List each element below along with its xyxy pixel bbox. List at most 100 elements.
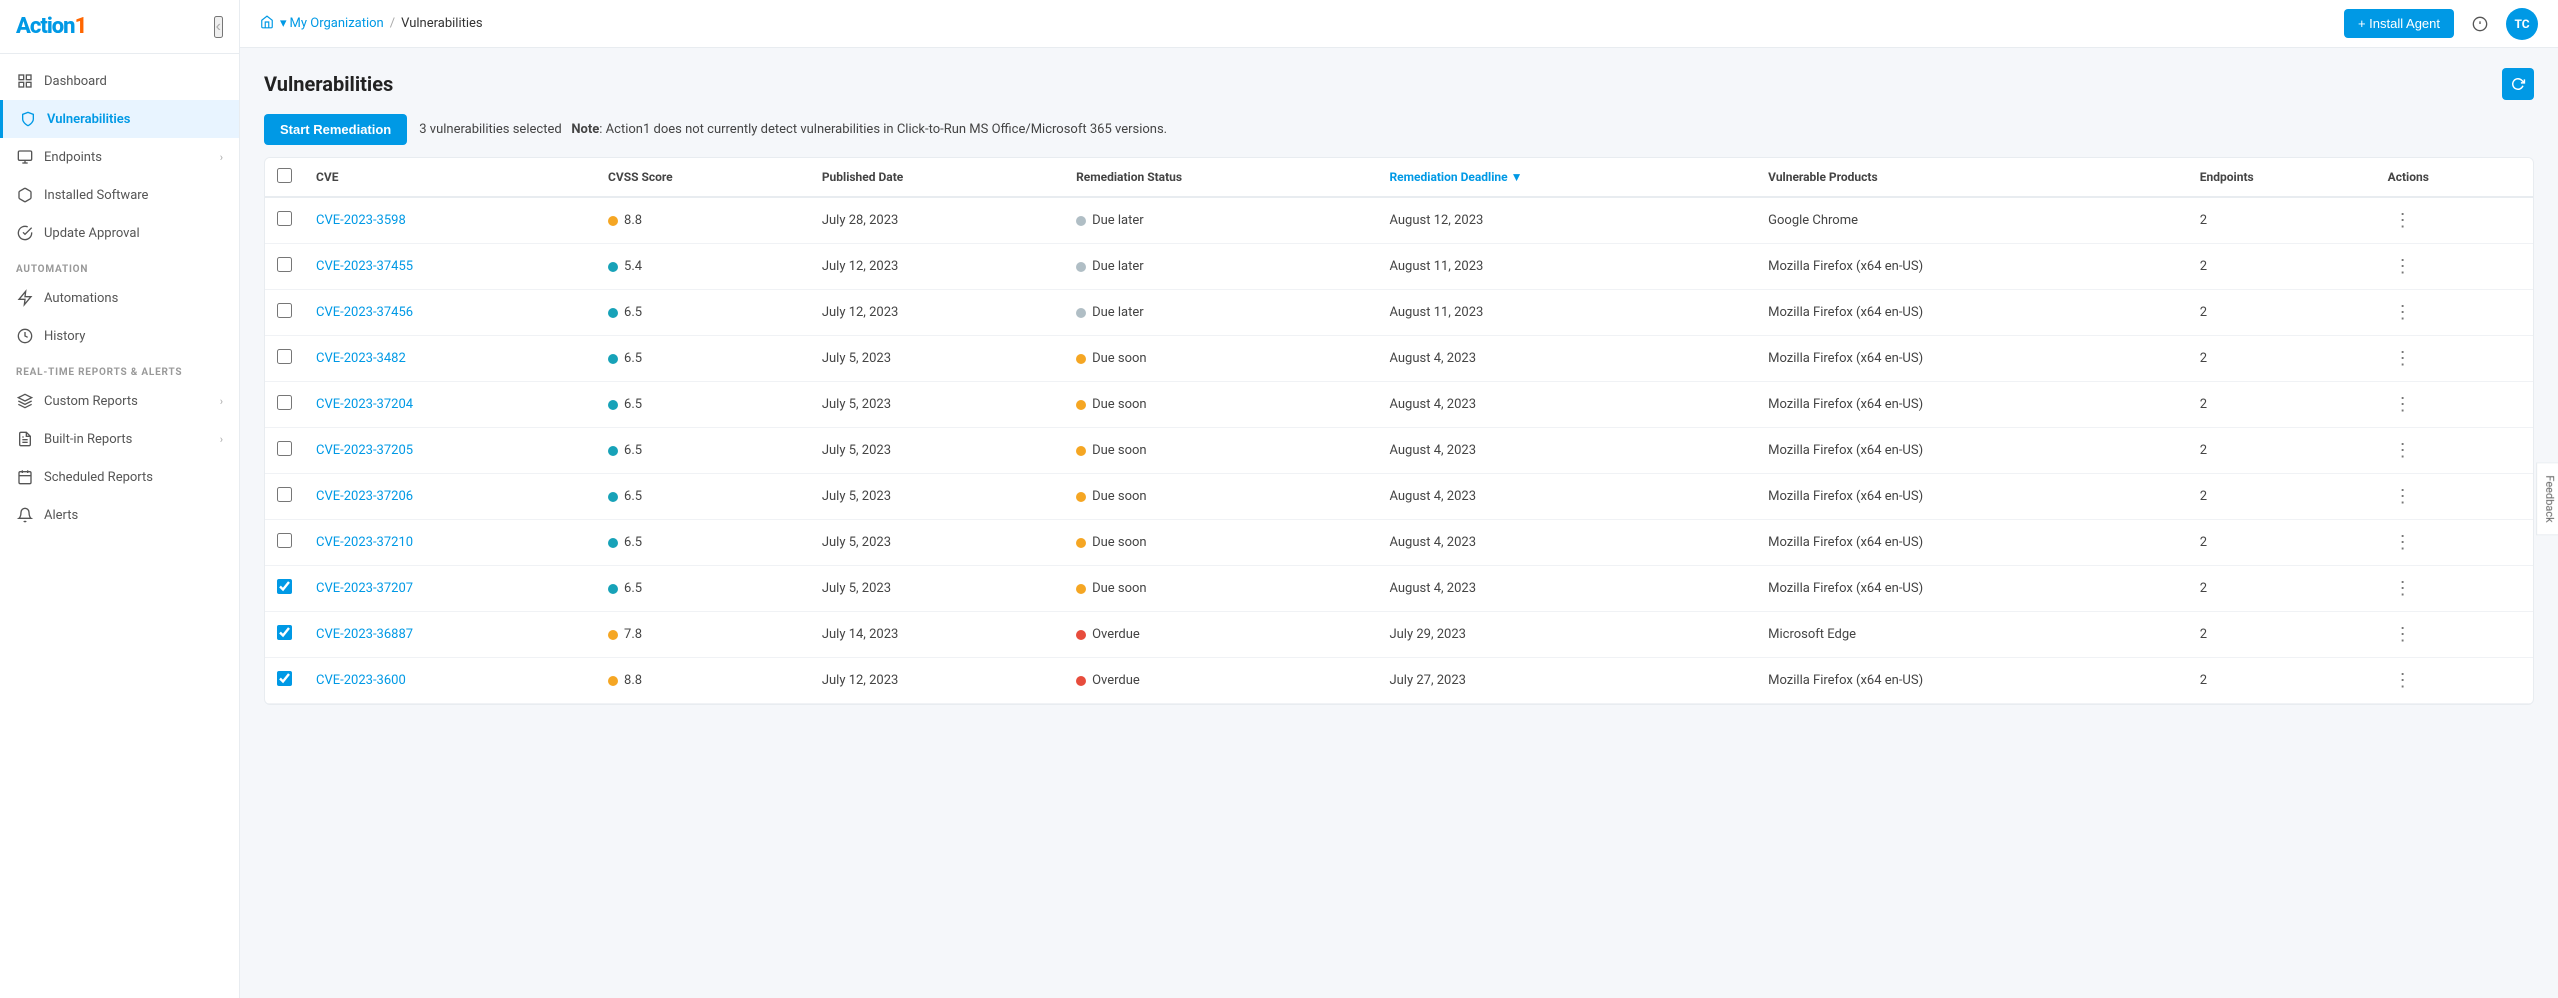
notifications-button[interactable] bbox=[2464, 8, 2496, 40]
published-cell: July 5, 2023 bbox=[810, 474, 1064, 520]
row-actions-button[interactable]: ⋮ bbox=[2388, 576, 2418, 601]
cve-cell: CVE-2023-3600 bbox=[304, 658, 596, 704]
row-checkbox[interactable] bbox=[277, 671, 292, 686]
feedback-tab[interactable]: Feedback bbox=[2536, 462, 2558, 535]
status-text: Due soon bbox=[1092, 489, 1147, 504]
actions-cell: ⋮ bbox=[2376, 244, 2533, 290]
cve-link[interactable]: CVE-2023-37456 bbox=[316, 305, 413, 320]
cve-link[interactable]: CVE-2023-37210 bbox=[316, 535, 413, 550]
cve-link[interactable]: CVE-2023-36887 bbox=[316, 627, 413, 642]
refresh-button[interactable] bbox=[2502, 68, 2534, 100]
sidebar-item-scheduled-reports[interactable]: Scheduled Reports bbox=[0, 458, 239, 496]
status-cell: Due later bbox=[1064, 290, 1377, 336]
cve-cell: CVE-2023-37204 bbox=[304, 382, 596, 428]
breadcrumb-separator: / bbox=[390, 16, 395, 31]
product-cell: Mozilla Firefox (x64 en-US) bbox=[1756, 382, 2188, 428]
status-cell: Due later bbox=[1064, 197, 1377, 244]
row-checkbox[interactable] bbox=[277, 441, 292, 456]
row-checkbox[interactable] bbox=[277, 395, 292, 410]
sidebar-item-builtin-reports[interactable]: Built-in Reports › bbox=[0, 420, 239, 458]
product-cell: Google Chrome bbox=[1756, 197, 2188, 244]
status-dot bbox=[1076, 262, 1086, 272]
product-cell: Mozilla Firefox (x64 en-US) bbox=[1756, 290, 2188, 336]
table-row: CVE-2023-37210 6.5 July 5, 2023 Due soon… bbox=[265, 520, 2533, 566]
row-actions-button[interactable]: ⋮ bbox=[2388, 530, 2418, 555]
status-cell: Due soon bbox=[1064, 428, 1377, 474]
table-row: CVE-2023-37206 6.5 July 5, 2023 Due soon… bbox=[265, 474, 2533, 520]
chevron-right-icon: › bbox=[220, 433, 223, 446]
cvss-cell: 8.8 bbox=[596, 658, 810, 704]
row-actions-button[interactable]: ⋮ bbox=[2388, 346, 2418, 371]
row-actions-button[interactable]: ⋮ bbox=[2388, 392, 2418, 417]
cve-link[interactable]: CVE-2023-37455 bbox=[316, 259, 413, 274]
row-actions-button[interactable]: ⋮ bbox=[2388, 668, 2418, 693]
cvss-cell: 5.4 bbox=[596, 244, 810, 290]
actions-cell: ⋮ bbox=[2376, 566, 2533, 612]
row-checkbox[interactable] bbox=[277, 211, 292, 226]
status-text: Overdue bbox=[1092, 673, 1140, 688]
row-actions-button[interactable]: ⋮ bbox=[2388, 300, 2418, 325]
table-row: CVE-2023-3598 8.8 July 28, 2023 Due late… bbox=[265, 197, 2533, 244]
layers-icon bbox=[16, 392, 34, 410]
row-checkbox[interactable] bbox=[277, 533, 292, 548]
published-cell: July 12, 2023 bbox=[810, 290, 1064, 336]
user-avatar[interactable]: TC bbox=[2506, 8, 2538, 40]
col-deadline[interactable]: Remediation Deadline ▼ bbox=[1377, 158, 1756, 197]
cvss-value: 8.8 bbox=[624, 213, 642, 228]
sidebar-item-automations[interactable]: Automations bbox=[0, 279, 239, 317]
deadline-cell: August 4, 2023 bbox=[1377, 566, 1756, 612]
product-cell: Mozilla Firefox (x64 en-US) bbox=[1756, 474, 2188, 520]
cve-link[interactable]: CVE-2023-3600 bbox=[316, 673, 406, 688]
cve-cell: CVE-2023-37205 bbox=[304, 428, 596, 474]
sidebar-item-custom-reports[interactable]: Custom Reports › bbox=[0, 382, 239, 420]
row-actions-button[interactable]: ⋮ bbox=[2388, 254, 2418, 279]
zap-icon bbox=[16, 289, 34, 307]
cve-link[interactable]: CVE-2023-3598 bbox=[316, 213, 406, 228]
sidebar-collapse-button[interactable]: ‹ bbox=[214, 16, 223, 38]
cve-link[interactable]: CVE-2023-37206 bbox=[316, 489, 413, 504]
row-checkbox[interactable] bbox=[277, 303, 292, 318]
row-actions-button[interactable]: ⋮ bbox=[2388, 484, 2418, 509]
cve-cell: CVE-2023-37456 bbox=[304, 290, 596, 336]
calendar-icon bbox=[16, 468, 34, 486]
endpoints-cell: 2 bbox=[2188, 336, 2376, 382]
sidebar-item-label: Custom Reports bbox=[44, 394, 138, 409]
actions-cell: ⋮ bbox=[2376, 428, 2533, 474]
sidebar-item-update-approval[interactable]: Update Approval bbox=[0, 214, 239, 252]
start-remediation-button[interactable]: Start Remediation bbox=[264, 114, 407, 145]
grid-icon bbox=[16, 72, 34, 90]
row-actions-button[interactable]: ⋮ bbox=[2388, 208, 2418, 233]
sidebar-item-dashboard[interactable]: Dashboard bbox=[0, 62, 239, 100]
cve-link[interactable]: CVE-2023-37204 bbox=[316, 397, 413, 412]
cve-link[interactable]: CVE-2023-37207 bbox=[316, 581, 413, 596]
clock-icon bbox=[16, 327, 34, 345]
install-agent-button[interactable]: + Install Agent bbox=[2344, 9, 2454, 38]
row-checkbox[interactable] bbox=[277, 487, 292, 502]
row-actions-button[interactable]: ⋮ bbox=[2388, 622, 2418, 647]
sidebar-item-installed-software[interactable]: Installed Software bbox=[0, 176, 239, 214]
row-checkbox[interactable] bbox=[277, 579, 292, 594]
published-cell: July 5, 2023 bbox=[810, 566, 1064, 612]
sidebar-item-vulnerabilities[interactable]: Vulnerabilities bbox=[0, 100, 239, 138]
product-cell: Mozilla Firefox (x64 en-US) bbox=[1756, 244, 2188, 290]
row-checkbox[interactable] bbox=[277, 257, 292, 272]
chevron-right-icon: › bbox=[220, 151, 223, 164]
sidebar: Action1 ‹ Dashboard Vulnerabilities bbox=[0, 0, 240, 998]
col-status: Remediation Status bbox=[1064, 158, 1377, 197]
row-actions-button[interactable]: ⋮ bbox=[2388, 438, 2418, 463]
sidebar-item-history[interactable]: History bbox=[0, 317, 239, 355]
select-all-checkbox[interactable] bbox=[277, 168, 292, 183]
row-checkbox[interactable] bbox=[277, 349, 292, 364]
cve-link[interactable]: CVE-2023-3482 bbox=[316, 351, 406, 366]
cve-cell: CVE-2023-36887 bbox=[304, 612, 596, 658]
breadcrumb-current: Vulnerabilities bbox=[401, 16, 483, 31]
breadcrumb-org[interactable]: ▾ My Organization bbox=[280, 16, 384, 31]
cve-link[interactable]: CVE-2023-37205 bbox=[316, 443, 413, 458]
cvss-dot bbox=[608, 584, 618, 594]
row-checkbox[interactable] bbox=[277, 625, 292, 640]
status-cell: Due later bbox=[1064, 244, 1377, 290]
status-text: Due soon bbox=[1092, 351, 1147, 366]
sidebar-item-endpoints[interactable]: Endpoints › bbox=[0, 138, 239, 176]
sidebar-item-alerts[interactable]: Alerts bbox=[0, 496, 239, 534]
actions-cell: ⋮ bbox=[2376, 197, 2533, 244]
